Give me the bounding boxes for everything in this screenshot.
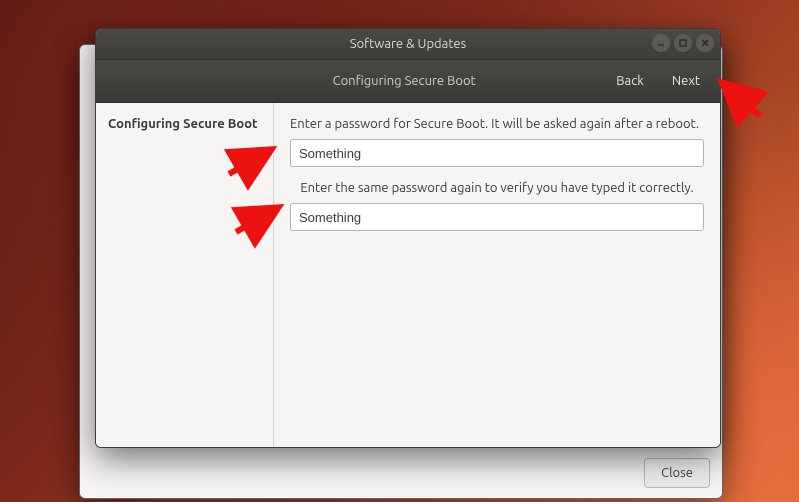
titlebar: Software & Updates [96,29,720,60]
instruction-confirm: Enter the same password again to verify … [290,181,704,195]
headerbar: Configuring Secure Boot Back Next [96,60,720,103]
window-title: Software & Updates [350,37,466,51]
instruction-primary: Enter a password for Secure Boot. It wil… [290,117,704,131]
password-input[interactable] [290,139,704,167]
window-controls [652,34,714,52]
password-confirm-input[interactable] [290,203,704,231]
maximize-icon[interactable] [674,34,692,52]
close-button[interactable]: Close [644,458,710,488]
back-button[interactable]: Back [604,69,656,93]
next-button[interactable]: Next [660,69,712,93]
sidebar: Configuring Secure Boot [96,103,274,447]
minimize-icon[interactable] [652,34,670,52]
sidebar-step-label: Configuring Secure Boot [108,117,263,131]
dialog-window: Software & Updates Configuring Secure Bo… [95,28,721,448]
close-icon[interactable] [696,34,714,52]
main-panel: Enter a password for Secure Boot. It wil… [274,103,720,447]
dialog-content: Configuring Secure Boot Enter a password… [96,103,720,447]
headerbar-subtitle: Configuring Secure Boot [206,74,602,88]
